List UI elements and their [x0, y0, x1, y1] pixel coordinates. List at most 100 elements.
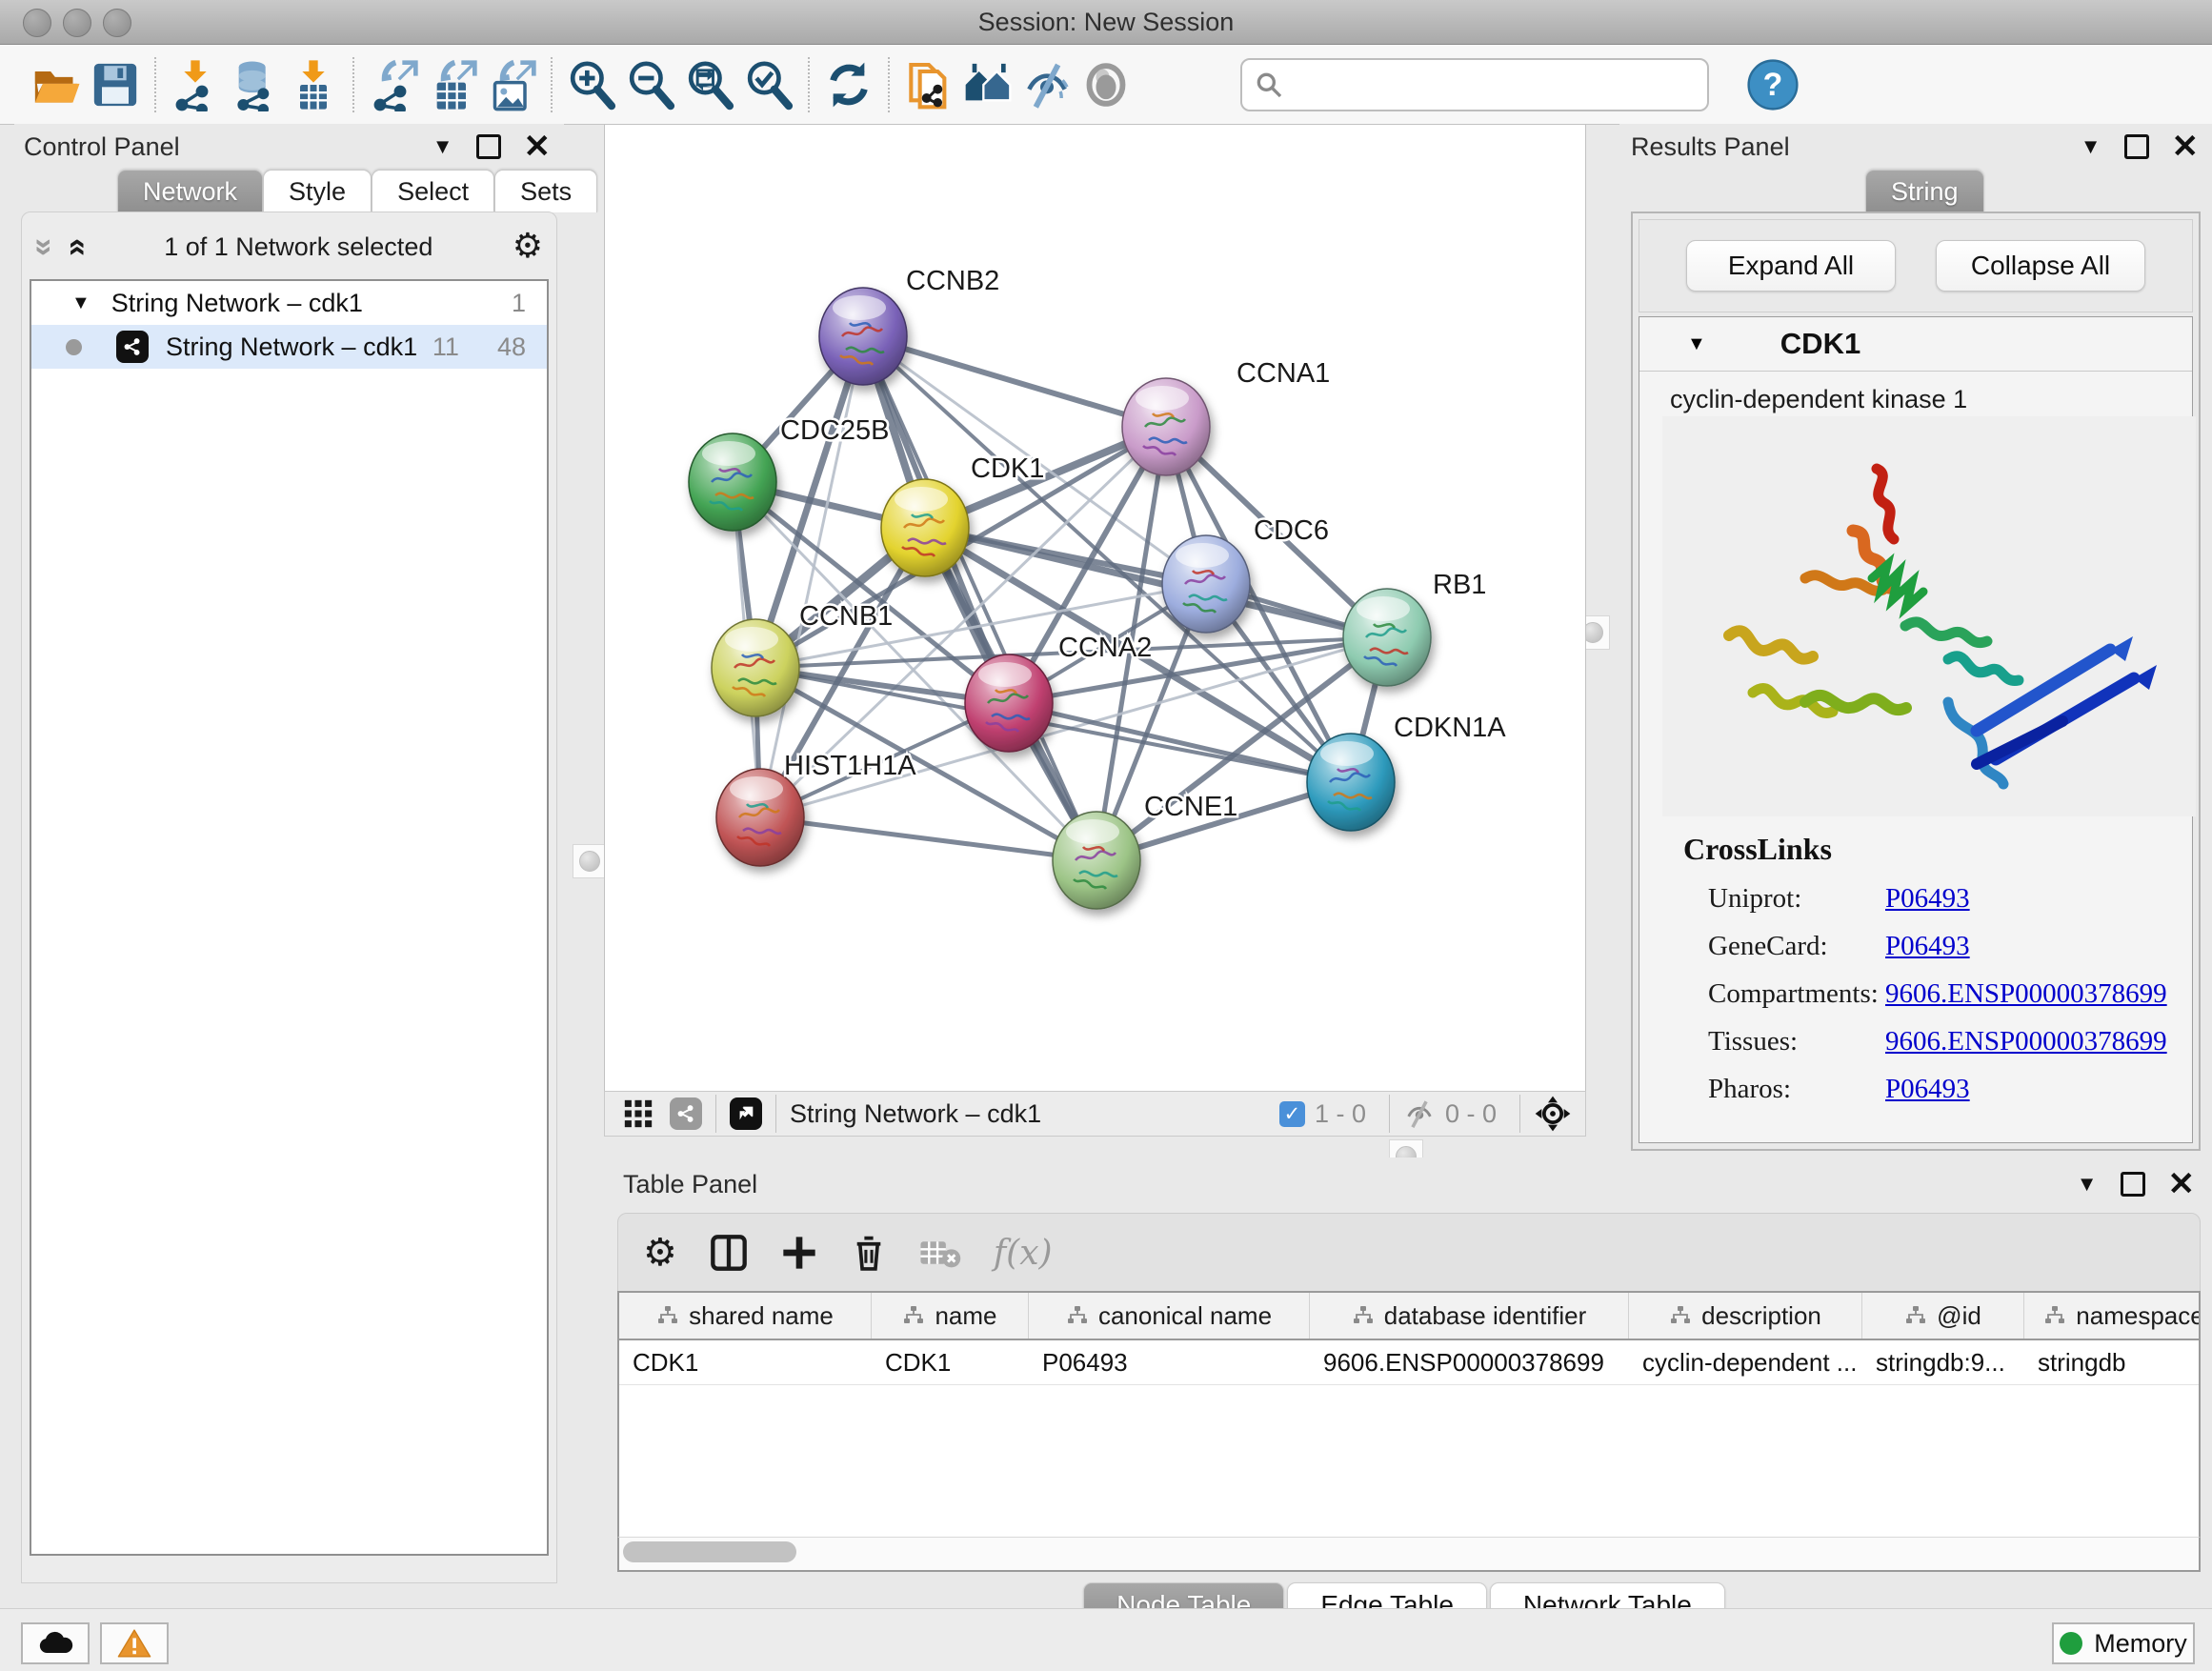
gene-collapse-triangle-icon[interactable]: ▼ [1687, 333, 1706, 355]
tab-sets[interactable]: Sets [494, 170, 597, 212]
network-collection-row[interactable]: ▼ String Network – cdk1 1 [31, 281, 547, 325]
table-cell[interactable]: 9606.ENSP00000378699 [1310, 1340, 1629, 1384]
tab-style[interactable]: Style [263, 170, 372, 212]
edge-CCNB2-CCNA1[interactable] [863, 336, 1166, 427]
column-label: shared name [689, 1301, 834, 1331]
view-string-icon[interactable] [670, 1097, 702, 1130]
node-CCNE1[interactable]: CCNE1 [1053, 792, 1237, 909]
table-cell[interactable]: stringdb [2024, 1340, 2201, 1384]
table-cell[interactable]: CDK1 [872, 1340, 1029, 1384]
memory-button[interactable]: Memory [2052, 1622, 2195, 1664]
tab-string-results[interactable]: String [1865, 170, 1984, 212]
node-CDKN1A[interactable]: CDKN1A [1307, 713, 1506, 831]
crosslink-link[interactable]: P06493 [1885, 883, 1970, 915]
collapse-all-networks-icon[interactable]: » [57, 238, 94, 256]
import-network-icon[interactable] [166, 55, 225, 114]
panel-close-icon[interactable]: ✕ [2172, 137, 2200, 156]
first-neighbors-icon[interactable] [899, 55, 958, 114]
crosslink-link[interactable]: 9606.ENSP00000378699 [1885, 978, 2167, 1010]
zoom-fit-icon[interactable] [680, 55, 739, 114]
column-header--id[interactable]: @id [1862, 1293, 2024, 1339]
panel-float-icon[interactable] [2121, 1172, 2145, 1197]
hidden-eye-icon[interactable] [1403, 1097, 1436, 1130]
panel-menu-caret-icon[interactable]: ▼ [2081, 134, 2101, 159]
table-cell[interactable]: cyclin-dependent ... [1629, 1340, 1862, 1384]
table-h-scrollbar[interactable] [617, 1537, 2201, 1572]
panel-menu-caret-icon[interactable]: ▼ [432, 134, 453, 159]
column-label: @id [1937, 1301, 1981, 1331]
collection-expand-triangle-icon[interactable]: ▼ [71, 292, 90, 314]
search-input[interactable] [1240, 58, 1709, 111]
network-row-selected[interactable]: String Network – cdk1 11 48 [31, 325, 547, 369]
network-canvas[interactable]: CCNB2CCNA1CDC25BCDK1CDC6RB1CCNB1CCNA2CDK… [604, 124, 1586, 1093]
column-header-description[interactable]: description [1629, 1293, 1862, 1339]
export-network-icon[interactable] [364, 55, 423, 114]
table-row[interactable]: CDK1CDK1P064939606.ENSP00000378699cyclin… [619, 1340, 2199, 1385]
save-session-icon[interactable] [86, 55, 145, 114]
table-options-gear-icon[interactable]: ⚙ [643, 1236, 677, 1270]
panel-menu-caret-icon[interactable]: ▼ [2077, 1172, 2098, 1197]
birds-eye-view-icon[interactable] [730, 1097, 762, 1130]
toolbar-separator [888, 57, 890, 112]
import-database-icon[interactable] [225, 55, 284, 114]
panel-close-icon[interactable]: ✕ [524, 137, 552, 156]
collapse-all-button[interactable]: Collapse All [1936, 240, 2145, 292]
crosslink-link[interactable]: P06493 [1885, 1074, 1970, 1105]
delete-table-icon[interactable] [919, 1237, 961, 1269]
export-table-icon[interactable] [423, 55, 482, 114]
cloud-status-button[interactable] [21, 1622, 90, 1664]
column-header-shared-name[interactable]: shared name [619, 1293, 872, 1339]
zoom-selected-icon[interactable] [739, 55, 798, 114]
left-splitter-handle[interactable] [573, 844, 607, 878]
grid-mode-icon[interactable] [622, 1097, 654, 1130]
crosslink-link[interactable]: P06493 [1885, 931, 1970, 962]
zoom-in-icon[interactable] [562, 55, 621, 114]
panel-float-icon[interactable] [2124, 134, 2149, 159]
collection-count: 1 [512, 289, 526, 318]
panel-close-icon[interactable]: ✕ [2168, 1175, 2196, 1194]
show-all-icon[interactable] [1076, 55, 1136, 114]
edge-HIST1H1A-CCNE1[interactable] [760, 817, 1096, 860]
export-image-icon[interactable] [482, 55, 541, 114]
string-results-body: Expand All Collapse All ▼ CDK1 cyclin-de… [1631, 211, 2201, 1151]
new-session-home-icon[interactable] [958, 55, 1017, 114]
table-cell[interactable]: P06493 [1029, 1340, 1310, 1384]
panel-float-icon[interactable] [476, 134, 501, 159]
refresh-icon[interactable] [819, 55, 878, 114]
string-network-graph[interactable]: CCNB2CCNA1CDC25BCDK1CDC6RB1CCNB1CCNA2CDK… [605, 125, 1585, 1092]
column-header-name[interactable]: name [872, 1293, 1029, 1339]
column-header-canonical-name[interactable]: canonical name [1029, 1293, 1310, 1339]
network-label: String Network – cdk1 [166, 332, 432, 362]
node-HIST1H1A[interactable]: HIST1H1A [716, 751, 916, 866]
crosslink-row: Compartments:9606.ENSP00000378699 [1683, 978, 2173, 1010]
warning-button[interactable] [100, 1622, 169, 1664]
open-session-icon[interactable] [27, 55, 86, 114]
table-cell[interactable]: CDK1 [619, 1340, 872, 1384]
node-RB1[interactable]: RB1 [1343, 570, 1486, 686]
edge-CCNB2-CCNE1[interactable] [863, 336, 1096, 860]
crosslink-label: Compartments: [1708, 978, 1885, 1010]
tab-network[interactable]: Network [117, 170, 263, 212]
tab-select[interactable]: Select [372, 170, 494, 212]
function-builder-icon[interactable]: f(x) [994, 1234, 1053, 1273]
scrollbar-thumb[interactable] [623, 1541, 796, 1562]
zoom-out-icon[interactable] [621, 55, 680, 114]
node-label-HIST1H1A: HIST1H1A [784, 751, 916, 781]
expand-all-button[interactable]: Expand All [1686, 240, 1896, 292]
column-header-namespace[interactable]: namespace [2024, 1293, 2201, 1339]
selected-checkbox-icon[interactable]: ✓ [1279, 1101, 1305, 1127]
node-CCNA1[interactable]: CCNA1 [1122, 358, 1330, 475]
column-header-database-identifier[interactable]: database identifier [1310, 1293, 1629, 1339]
import-table-icon[interactable] [284, 55, 343, 114]
help-icon[interactable]: ? [1743, 55, 1802, 114]
crosslink-link[interactable]: 9606.ENSP00000378699 [1885, 1026, 2167, 1057]
fit-content-crosshair-icon[interactable] [1534, 1095, 1572, 1133]
hide-selected-icon[interactable] [1017, 55, 1076, 114]
gene-header-row[interactable]: ▼ CDK1 [1639, 317, 2192, 372]
create-column-plus-icon[interactable] [780, 1234, 818, 1272]
table-cell[interactable]: stringdb:9... [1862, 1340, 2024, 1384]
show-columns-icon[interactable] [710, 1234, 748, 1272]
network-options-gear-icon[interactable]: ⚙ [513, 230, 543, 264]
delete-column-trash-icon[interactable] [851, 1234, 887, 1272]
node-label-CCNB1: CCNB1 [799, 601, 893, 632]
